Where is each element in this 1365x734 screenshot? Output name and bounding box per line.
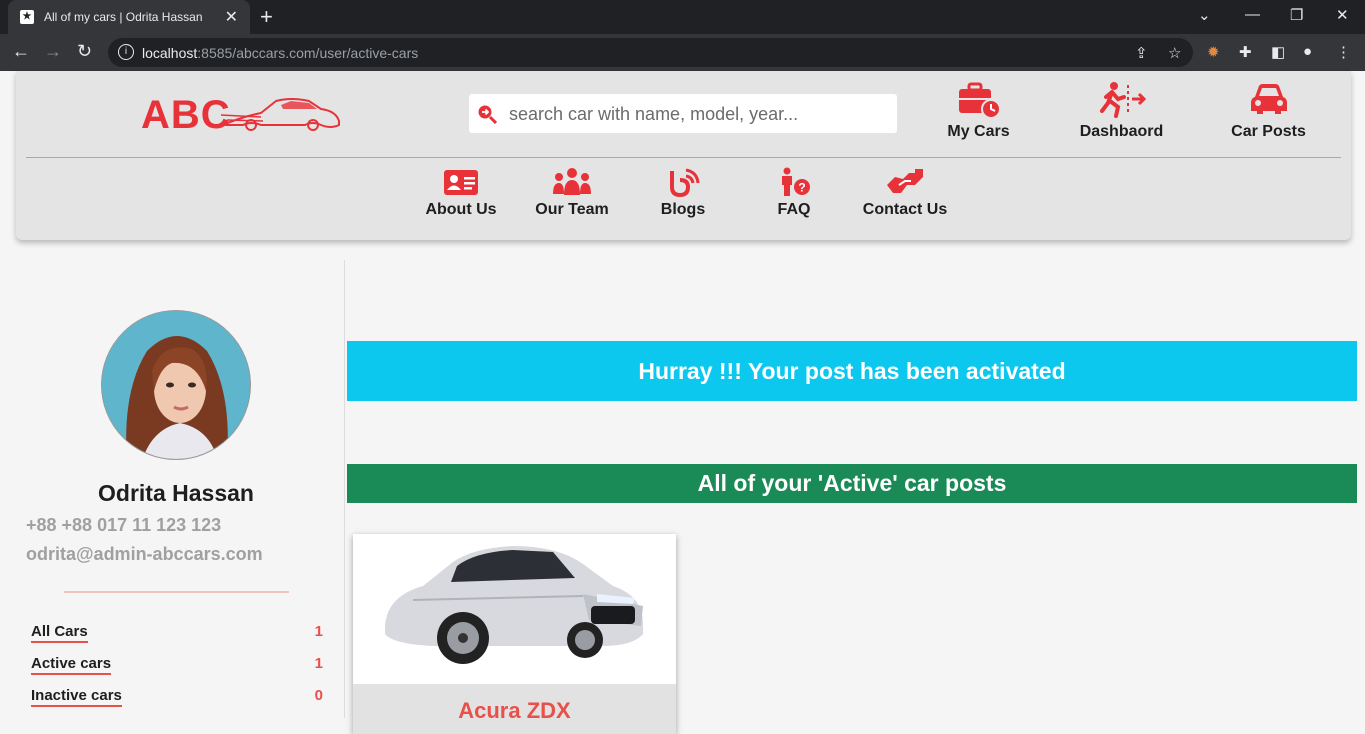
logo-car-icon <box>221 98 340 131</box>
reload-icon[interactable]: ↻ <box>77 41 92 62</box>
profile-email: odrita@admin-abccars.com <box>26 544 263 564</box>
sidebar-divider <box>64 591 289 593</box>
browser-toolbar: ← → ↻ i localhost:8585/abccars.com/user/… <box>0 34 1365 71</box>
site-header: ABC My Cars <box>16 71 1351 240</box>
stat-label[interactable]: All Cars <box>31 623 88 643</box>
svg-text:?: ? <box>798 181 805 195</box>
browser-tab-bar: ★ All of my cars | Odrita Hassan ✕ + ⌄ —… <box>0 0 1365 34</box>
id-card-icon <box>444 170 478 195</box>
bookmark-star-icon[interactable]: ☆ <box>1168 44 1181 62</box>
nav-my-cars-label: My Cars <box>947 123 1010 140</box>
url-text[interactable]: localhost:8585/abccars.com/user/active-c… <box>142 45 418 61</box>
avatar <box>101 310 251 460</box>
nav-car-posts[interactable]: Car Posts <box>1226 81 1311 141</box>
stat-count: 1 <box>314 655 323 672</box>
car-image[interactable] <box>353 534 676 684</box>
profile-phone: +88 +88 017 11 123 123 <box>26 515 222 535</box>
browser-tab[interactable]: ★ All of my cars | Odrita Hassan ✕ <box>8 0 250 34</box>
nav-our-team-label: Our Team <box>535 201 609 218</box>
stat-label[interactable]: Active cars <box>31 655 112 675</box>
back-icon[interactable]: ← <box>12 41 30 62</box>
search-box <box>469 94 897 133</box>
window-close-icon[interactable]: ✕ <box>1336 6 1349 24</box>
activation-alert: Hurray !!! Your post has been activated <box>347 341 1357 401</box>
blog-icon <box>670 168 700 197</box>
restore-icon[interactable]: ❐ <box>1290 6 1303 24</box>
profile-sidebar: Odrita Hassan +88 +88 017 11 123 123 odr… <box>0 260 345 718</box>
site-favicon-icon: ★ <box>20 10 34 24</box>
stat-active-cars[interactable]: Active cars 1 <box>31 655 323 677</box>
tab-search-chevron-icon[interactable]: ⌄ <box>1198 6 1211 24</box>
stat-all-cars[interactable]: All Cars 1 <box>31 623 323 645</box>
nav-contact-us[interactable]: Contact Us <box>859 167 951 219</box>
address-bar[interactable]: i localhost:8585/abccars.com/user/active… <box>108 38 1193 67</box>
section-title: All of your 'Active' car posts <box>347 464 1357 503</box>
question-person-icon: ? <box>782 167 810 196</box>
browser-menu-icon[interactable]: ⋮ <box>1336 43 1354 61</box>
nav-about-us-label: About Us <box>425 201 497 218</box>
nav-blogs-label: Blogs <box>660 201 706 218</box>
stat-label[interactable]: Inactive cars <box>31 687 122 707</box>
stat-inactive-cars[interactable]: Inactive cars 0 <box>31 687 323 709</box>
nav-dashboard[interactable]: Dashbaord <box>1074 81 1169 141</box>
handshake-icon <box>887 169 923 193</box>
briefcase-clock-icon <box>958 82 1001 119</box>
tab-close-icon[interactable]: ✕ <box>225 7 238 27</box>
exit-runner-icon <box>1099 82 1146 118</box>
search-input[interactable] <box>509 102 889 126</box>
nav-faq-label: FAQ <box>777 201 811 218</box>
search-icon[interactable] <box>477 104 497 124</box>
forward-icon[interactable]: → <box>44 41 62 62</box>
minimize-icon[interactable]: — <box>1245 6 1260 23</box>
header-divider <box>26 157 1341 158</box>
nav-faq[interactable]: ? FAQ <box>754 167 834 219</box>
extensions-puzzle-icon[interactable]: ✚ <box>1239 43 1257 61</box>
car-card[interactable]: Acura ZDX <box>353 534 676 734</box>
team-icon <box>553 168 591 195</box>
nav-blogs[interactable]: Blogs <box>643 167 723 219</box>
profile-icon[interactable]: ● <box>1303 43 1321 61</box>
side-panel-icon[interactable]: ◧ <box>1271 43 1289 61</box>
nav-car-posts-label: Car Posts <box>1231 123 1306 140</box>
profile-name: Odrita Hassan <box>98 480 254 506</box>
stat-count: 1 <box>314 623 323 640</box>
car-front-icon <box>1250 84 1287 114</box>
avatar-portrait <box>102 311 250 459</box>
cookie-extension-icon[interactable]: ✹ <box>1207 43 1225 61</box>
nav-about-us[interactable]: About Us <box>421 167 501 219</box>
tab-title: All of my cars | Odrita Hassan <box>44 10 203 24</box>
logo-text: ABC <box>141 93 231 137</box>
car-photo <box>385 546 643 664</box>
nav-our-team[interactable]: Our Team <box>532 167 612 219</box>
car-name[interactable]: Acura ZDX <box>353 698 676 724</box>
stat-count: 0 <box>314 687 323 704</box>
site-info-icon[interactable]: i <box>118 44 134 60</box>
nav-dashboard-label: Dashbaord <box>1079 123 1164 140</box>
share-icon[interactable]: ⇪ <box>1135 44 1148 62</box>
nav-my-cars[interactable]: My Cars <box>936 81 1021 141</box>
site-logo[interactable]: ABC <box>141 93 340 138</box>
new-tab-icon[interactable]: + <box>260 4 273 30</box>
nav-contact-us-label: Contact Us <box>862 201 948 218</box>
